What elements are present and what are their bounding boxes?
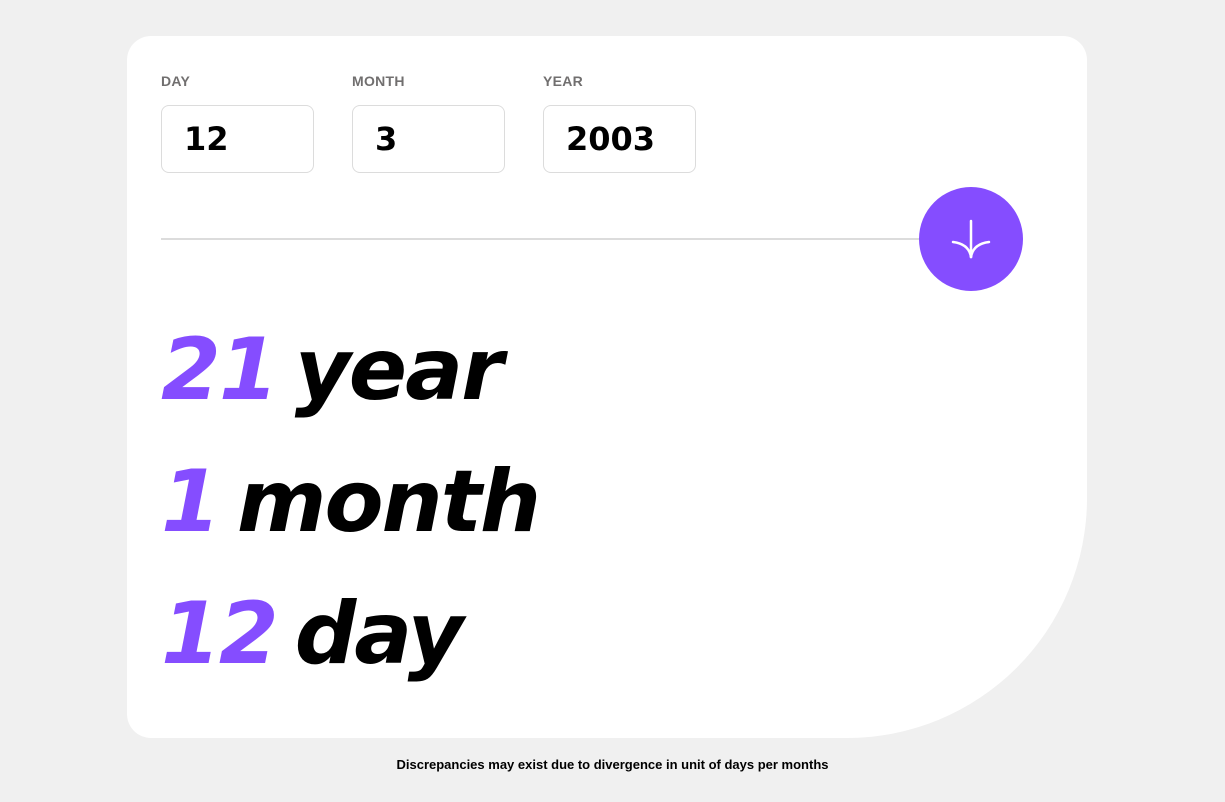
year-field: YEAR	[543, 72, 696, 173]
results: 21 year 1 month 12 day	[161, 304, 541, 700]
days-value: 12	[161, 584, 279, 684]
day-field: DAY	[161, 72, 314, 173]
month-input[interactable]	[352, 105, 505, 173]
month-field: MONTH	[352, 72, 505, 173]
months-unit: month	[236, 452, 541, 552]
year-label: YEAR	[543, 73, 584, 89]
years-unit: year	[294, 320, 504, 420]
months-value: 1	[161, 452, 221, 552]
result-months: 1 month	[161, 436, 541, 568]
age-calculator-card: DAY MONTH YEAR 21year 1month 12day	[127, 36, 1087, 738]
result-days: 12 day	[161, 568, 539, 700]
result-years: 21 year	[161, 304, 539, 436]
month-label: MONTH	[352, 73, 405, 89]
day-input[interactable]	[161, 105, 314, 173]
years-value: 21	[161, 320, 279, 420]
arrow-down-icon	[951, 219, 991, 259]
divider	[161, 238, 961, 240]
footnote: Discrepancies may exist due to divergenc…	[396, 757, 829, 772]
submit-button[interactable]	[919, 187, 1023, 291]
days-unit: day	[294, 584, 464, 684]
day-label: DAY	[161, 73, 191, 89]
year-input[interactable]	[543, 105, 696, 173]
